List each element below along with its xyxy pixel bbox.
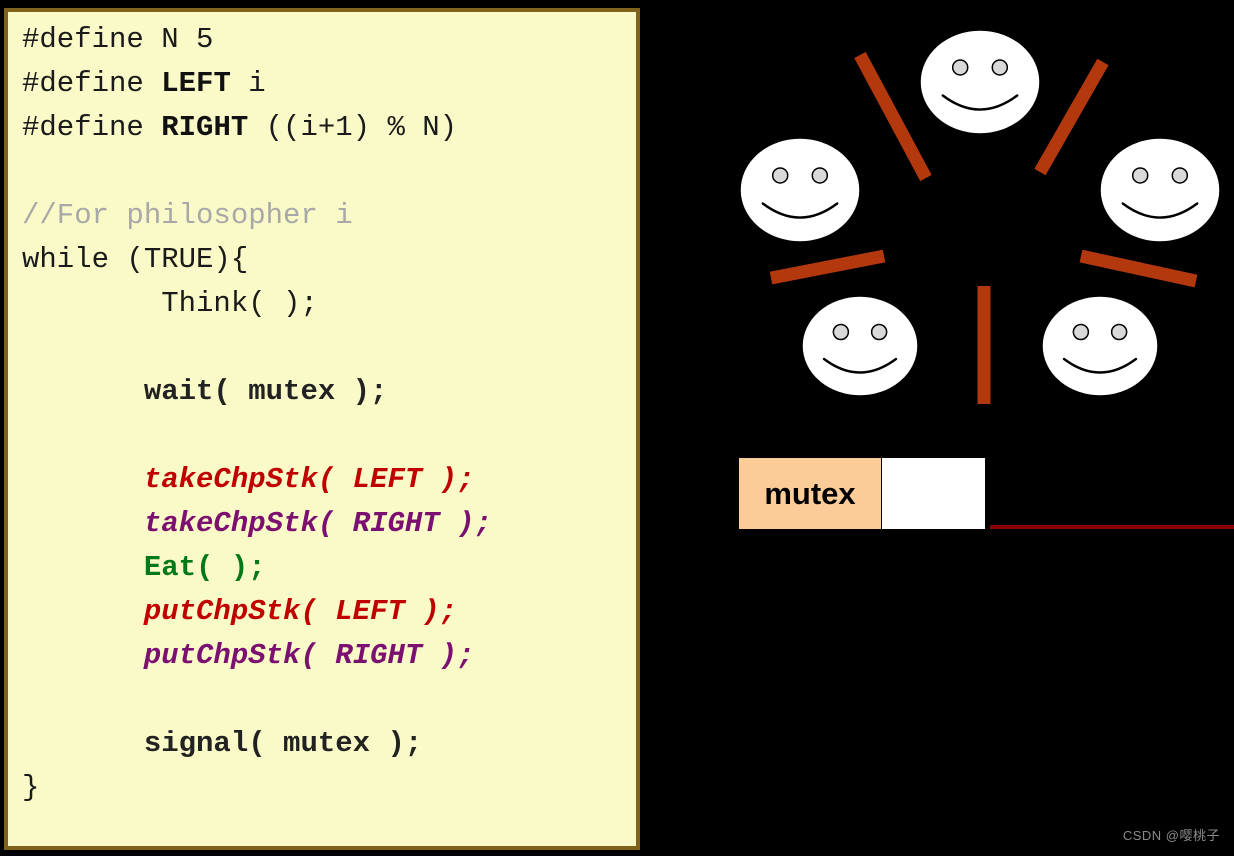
philosopher-face-P4 (739, 137, 861, 243)
philosopher-face-P3 (801, 295, 919, 397)
face-outline (1099, 137, 1221, 243)
code-token: wait( mutex ); (22, 375, 388, 408)
slide-canvas: #define N 5 #define LEFT i #define RIGHT (… (0, 0, 1234, 856)
face-outline (739, 137, 861, 243)
code-listing: #define N 5 #define LEFT i #define RIGHT (… (22, 18, 636, 810)
chopstick-C4 (977, 286, 993, 404)
mutex-widget: mutex (739, 458, 985, 529)
face-outline (1041, 295, 1159, 397)
philosopher-face-P2 (1041, 295, 1159, 397)
code-line-put-right: putChpStk( RIGHT ); (22, 634, 636, 678)
code-token: LEFT (161, 67, 231, 100)
code-line-while-true: while (TRUE){ (22, 238, 636, 282)
left-eye (832, 323, 850, 341)
code-token: Eat( ); (22, 551, 266, 584)
code-token: RIGHT (161, 111, 249, 144)
code-token: #define (22, 111, 162, 144)
philosopher-face-P0 (919, 29, 1041, 135)
code-line-define-n: #define N 5 (22, 18, 636, 62)
code-line-define-left: #define LEFT i (22, 62, 636, 106)
code-line-blank-1 (22, 150, 636, 194)
code-token: i (230, 67, 266, 100)
code-line-define-right: #define RIGHT ((i+1) % N) (22, 106, 636, 150)
face-outline (801, 295, 919, 397)
code-line-blank-2 (22, 326, 636, 370)
code-line-eat-call: Eat( ); (22, 546, 636, 590)
chopstick-edge (1045, 65, 1111, 177)
chopstick-C3 (769, 247, 886, 285)
code-token: ((i+1) % N) (248, 111, 458, 144)
code-token: Think( ); (22, 287, 318, 320)
code-token: } (22, 771, 40, 804)
code-line-signal-mutex: signal( mutex ); (22, 722, 636, 766)
philosophers-svg (739, 29, 1221, 404)
code-token: putChpStk( LEFT ); (22, 595, 458, 628)
code-line-take-right: takeChpStk( RIGHT ); (22, 502, 636, 546)
right-eye (991, 59, 1009, 76)
chopstick-body (1079, 249, 1198, 288)
code-token: while (TRUE){ (22, 243, 249, 276)
code-token: takeChpStk( RIGHT ); (22, 507, 492, 540)
mutex-underline-rule (990, 525, 1234, 529)
chopstick-body (1034, 58, 1109, 176)
code-line-think-call: Think( ); (22, 282, 636, 326)
code-line-put-left: putChpStk( LEFT ); (22, 590, 636, 634)
code-token: #define N 5 (22, 23, 214, 56)
code-token: signal( mutex ); (22, 727, 423, 760)
code-line-wait-mutex: wait( mutex ); (22, 370, 636, 414)
code-token: //For philosopher i (22, 199, 353, 232)
code-token: takeChpStk( LEFT ); (22, 463, 475, 496)
left-eye (1072, 323, 1090, 341)
csdn-watermark: CSDN @嘤桃子 (1122, 828, 1220, 843)
dining-philosophers-diagram (644, 0, 1234, 856)
code-panel: #define N 5 #define LEFT i #define RIGHT (… (4, 8, 640, 850)
code-line-blank-4 (22, 678, 636, 722)
code-line-comment-for-phil: //For philosopher i (22, 194, 636, 238)
left-eye (771, 167, 789, 184)
mutex-label-cell: mutex (739, 458, 881, 529)
code-token: #define (22, 67, 162, 100)
left-eye (951, 59, 969, 76)
right-eye (1171, 167, 1189, 184)
right-eye (1110, 323, 1128, 341)
mutex-value-cell (882, 458, 985, 529)
left-eye (1131, 167, 1149, 184)
philosopher-face-P1 (1099, 137, 1221, 243)
chopstick-C1 (1034, 58, 1111, 177)
chopstick-body (854, 51, 932, 182)
code-line-take-left: takeChpStk( LEFT ); (22, 458, 636, 502)
right-eye (811, 167, 829, 184)
code-token: putChpStk( RIGHT ); (22, 639, 475, 672)
face-outline (919, 29, 1041, 135)
chopstick-C2 (1079, 247, 1198, 288)
code-line-blank-3 (22, 414, 636, 458)
right-eye (870, 323, 888, 341)
code-line-close-brace: } (22, 766, 636, 810)
